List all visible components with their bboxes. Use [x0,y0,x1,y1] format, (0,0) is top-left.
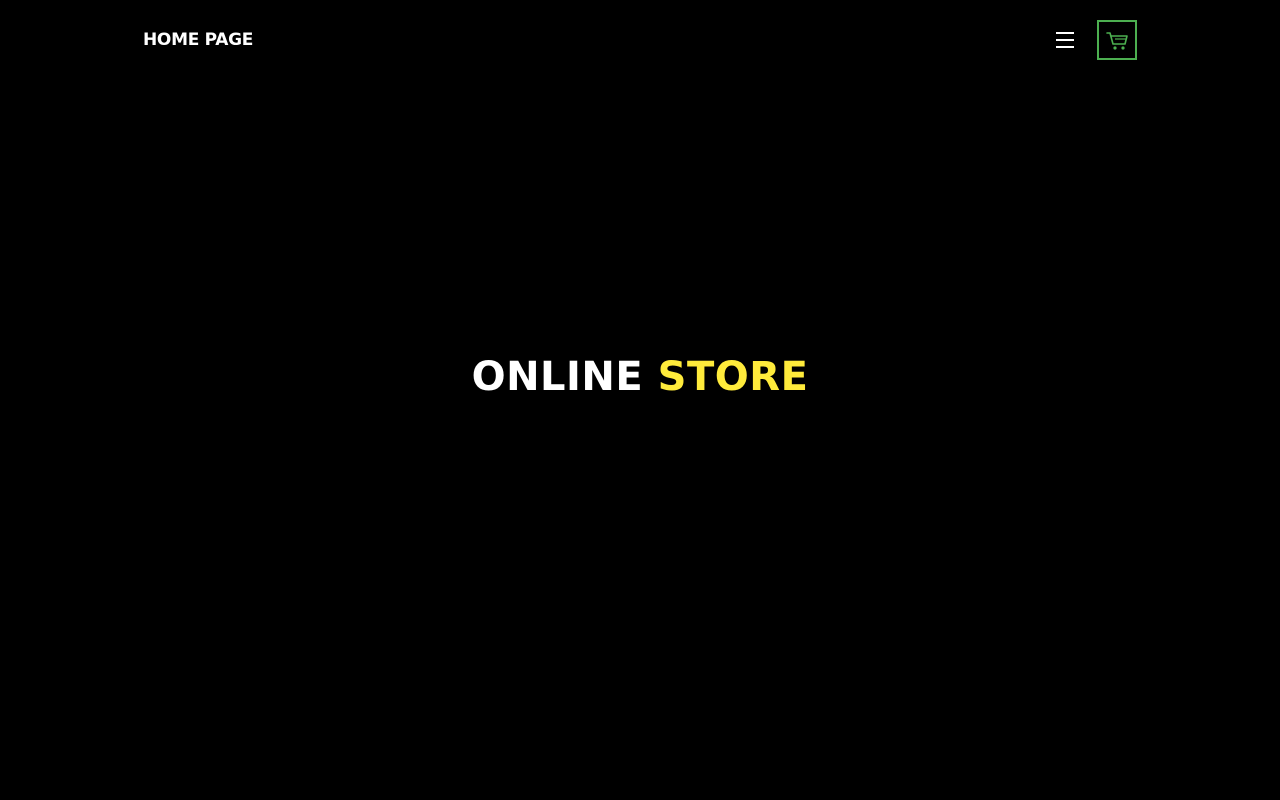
hero-title-word-store: STORE [657,354,809,400]
home-page-link[interactable]: HOME PAGE [143,29,253,51]
cart-button[interactable] [1097,20,1137,60]
menu-button[interactable] [1052,28,1078,52]
site-header: HOME PAGE [0,0,1280,80]
hamburger-menu-icon [1056,32,1074,48]
shopping-cart-icon [1106,32,1128,50]
hero-title-word-online: ONLINE [471,354,644,400]
hero-title: ONLINE STORE [0,352,1280,402]
